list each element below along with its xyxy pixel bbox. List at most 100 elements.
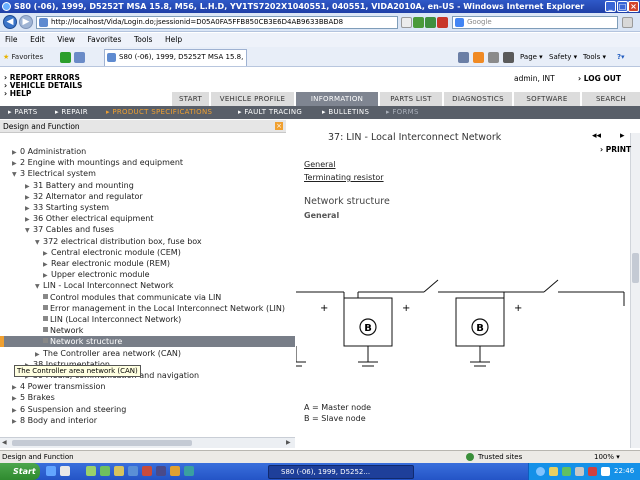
zoom-level[interactable]: 100% ▾ xyxy=(594,451,620,463)
forward-button[interactable]: ▶ xyxy=(19,15,33,29)
menu-tools[interactable]: Tools xyxy=(129,33,157,47)
menu-view[interactable]: View xyxy=(52,33,80,47)
tree-item[interactable]: ▶ 31 Battery and mounting xyxy=(25,180,134,191)
quicklaunch-desktop-icon[interactable] xyxy=(60,466,70,476)
add-favorite-icon[interactable] xyxy=(60,52,71,63)
tab-search[interactable]: SEARCH xyxy=(582,92,640,106)
subtab-product-specifications[interactable]: ▸ PRODUCT SPECIFICATIONS xyxy=(106,106,212,119)
tree-item[interactable]: Control modules that communicate via LIN xyxy=(43,292,221,303)
tray-icon-3[interactable] xyxy=(562,467,571,476)
safety-menu[interactable]: Safety ▾ xyxy=(549,50,577,64)
tab-software[interactable]: SOFTWARE xyxy=(514,92,580,106)
browser-tab[interactable]: S80 (-06), 1999, D5252T MSA 15.8, M56, L… xyxy=(104,49,247,66)
tree-item[interactable]: ▶ 2 Engine with mountings and equipment xyxy=(12,157,183,168)
home-icon[interactable] xyxy=(458,52,469,63)
link-general[interactable]: General xyxy=(304,160,336,169)
tray-icon-5[interactable] xyxy=(588,467,597,476)
scroll-thumb[interactable] xyxy=(12,440,192,446)
tab-parts-list[interactable]: PARTS LIST xyxy=(380,92,442,106)
quicklaunch-app-icon-2[interactable] xyxy=(100,466,110,476)
expanded-icon[interactable]: ▼ xyxy=(35,281,43,292)
tree-item[interactable]: ▼ 372 electrical distribution box, fuse b… xyxy=(35,236,202,247)
tree-item[interactable]: Error management in the Local Interconne… xyxy=(43,303,285,314)
quicklaunch-app-icon-8[interactable] xyxy=(184,466,194,476)
link-terminating-resistor[interactable]: Terminating resistor xyxy=(304,173,384,182)
tree-item[interactable]: LIN (Local Interconnect Network) xyxy=(43,314,181,325)
tree-item[interactable]: ▶ Rear electronic module (REM) xyxy=(43,258,170,269)
tree-item[interactable]: ▶ Upper electronic module xyxy=(43,269,150,280)
menu-help[interactable]: Help xyxy=(160,33,187,47)
close-panel-icon[interactable]: × xyxy=(275,122,283,130)
scroll-left-icon[interactable]: ◀ xyxy=(2,439,7,446)
forward-nav-icon[interactable]: ▸ xyxy=(620,131,625,141)
favorites-button[interactable]: ★ Favorites xyxy=(3,50,43,64)
quicklaunch-app-icon-4[interactable] xyxy=(128,466,138,476)
collapsed-icon[interactable]: ▶ xyxy=(12,416,20,427)
tree-item[interactable]: ▶ 32 Alternator and regulator xyxy=(25,191,143,202)
quicklaunch-app-icon-1[interactable] xyxy=(86,466,96,476)
tray-icon-2[interactable] xyxy=(549,467,558,476)
start-button[interactable]: Start xyxy=(0,463,40,480)
tree-item[interactable]: ▶ 4 Power transmission xyxy=(12,381,105,392)
tree-item[interactable]: ▶ 6 Suspension and steering xyxy=(12,404,126,415)
refresh-icon[interactable] xyxy=(425,17,436,28)
tab-information[interactable]: INFORMATION xyxy=(296,92,378,106)
menu-edit[interactable]: Edit xyxy=(25,33,50,47)
tab-vehicle-profile[interactable]: VEHICLE PROFILE xyxy=(211,92,294,106)
expanded-icon[interactable]: ▼ xyxy=(35,237,43,248)
print-link[interactable]: › PRINT xyxy=(600,145,631,154)
rewind-icon[interactable]: ◂◂ xyxy=(592,131,601,141)
logout-link[interactable]: › LOG OUT xyxy=(578,74,621,83)
compatibility-icon[interactable] xyxy=(413,17,424,28)
quicklaunch-app-icon-3[interactable] xyxy=(114,466,124,476)
subtab-fault-tracing[interactable]: ▸ FAULT TRACING xyxy=(238,106,302,119)
page-menu[interactable]: Page ▾ xyxy=(520,50,543,64)
menu-file[interactable]: File xyxy=(0,33,23,47)
tools-menu[interactable]: Tools ▾ xyxy=(583,50,606,64)
expanded-icon[interactable]: ▼ xyxy=(12,169,20,180)
subtab-parts[interactable]: ▸ PARTS xyxy=(8,106,37,119)
tree-item[interactable]: ▼ 3 Electrical system xyxy=(12,168,96,179)
tab-diagnostics[interactable]: DIAGNOSTICS xyxy=(444,92,512,106)
vscroll-thumb[interactable] xyxy=(632,253,639,283)
left-horizontal-scrollbar[interactable]: ◀ ▶ xyxy=(0,437,295,448)
maximize-button[interactable]: □ xyxy=(617,1,628,12)
stop-icon[interactable] xyxy=(437,17,448,28)
menu-favorites[interactable]: Favorites xyxy=(83,33,127,47)
tree-item[interactable]: ▶ 8 Body and interior xyxy=(12,415,97,426)
tray-icon-4[interactable] xyxy=(575,467,584,476)
tree-item[interactable]: ▶ Central electronic module (CEM) xyxy=(43,247,181,258)
close-button[interactable]: × xyxy=(628,1,639,12)
subtab-bulletins[interactable]: ▸ BULLETINS xyxy=(322,106,369,119)
right-vertical-scrollbar[interactable] xyxy=(630,133,640,448)
tree-item[interactable]: ▼ LIN - Local Interconnect Network xyxy=(35,280,174,291)
mail-icon[interactable] xyxy=(488,52,499,63)
address-dropdown-icon[interactable] xyxy=(401,17,412,28)
subtab-forms[interactable]: ▸ FORMS xyxy=(386,106,419,119)
tree-item[interactable]: ▼ 37 Cables and fuses xyxy=(25,224,114,235)
search-button[interactable] xyxy=(622,17,633,28)
back-button[interactable]: ◀ xyxy=(3,15,17,29)
tree-item[interactable]: ▶ 36 Other electrical equipment xyxy=(25,213,153,224)
tree-item[interactable]: ▶ 5 Brakes xyxy=(12,392,55,403)
tree-item[interactable]: ▶ The Controller area network (CAN) xyxy=(35,348,181,359)
quicklaunch-app-icon-5[interactable] xyxy=(142,466,152,476)
tree-item[interactable]: Network xyxy=(43,325,83,336)
search-input[interactable]: Google xyxy=(452,16,618,29)
tree-item[interactable]: ▶ 0 Administration xyxy=(12,146,86,157)
minimize-button[interactable]: _ xyxy=(605,1,616,12)
tray-icon-1[interactable] xyxy=(536,467,545,476)
subtab-repair[interactable]: ▸ REPAIR xyxy=(55,106,88,119)
address-bar[interactable]: http://localhost/Vida/Login.do;jsessioni… xyxy=(36,16,398,29)
print-icon[interactable] xyxy=(503,52,514,63)
volume-icon[interactable] xyxy=(601,467,610,476)
feeds-icon[interactable] xyxy=(473,52,484,63)
expanded-icon[interactable]: ▼ xyxy=(25,225,33,236)
quicklaunch-app-icon-6[interactable] xyxy=(156,466,166,476)
suggested-sites-icon[interactable] xyxy=(74,52,85,63)
taskbar-window-button[interactable]: S80 (-06), 1999, D5252... xyxy=(268,465,414,479)
quicklaunch-app-icon-7[interactable] xyxy=(170,466,180,476)
tree-item[interactable]: Network structure xyxy=(4,336,295,348)
tab-start[interactable]: START xyxy=(172,92,209,106)
scroll-right-icon[interactable]: ▶ xyxy=(286,439,291,446)
